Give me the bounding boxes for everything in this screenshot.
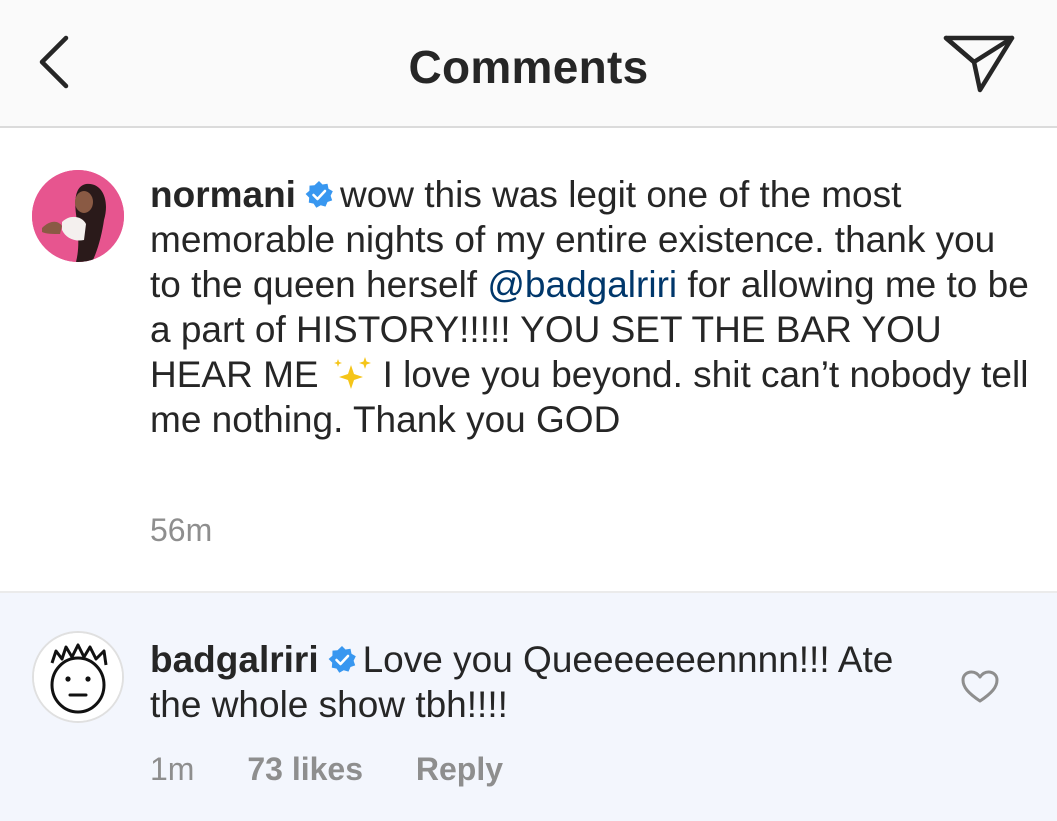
caption-comment: normani wow this was legit one of the mo… [0,128,1057,593]
avatar[interactable] [32,170,124,262]
avatar-drawing [34,633,122,721]
mention-link[interactable]: @badgalriri [487,264,677,305]
verified-badge-icon [328,646,356,673]
reply-text: badgalriri Love you Queeeeeeennnn!!! Ate… [150,637,930,727]
verified-badge-icon [305,181,333,208]
timestamp: 56m [150,512,213,548]
heart-outline-icon[interactable] [960,669,1000,705]
reply-meta: 1m 73 likes Reply [150,751,547,788]
likes-count[interactable]: 73 likes [247,751,363,787]
page-title: Comments [408,41,649,93]
username[interactable]: badgalriri [150,639,319,680]
reply-comment: badgalriri Love you Queeeeeeennnn!!! Ate… [0,593,1057,821]
caption-text: normani wow this was legit one of the mo… [150,172,1030,442]
sparkles-icon [333,357,371,389]
avatar-photo [32,170,124,262]
paper-plane-icon[interactable] [940,32,1016,96]
timestamp: 1m [150,751,195,787]
reply-button[interactable]: Reply [416,751,503,787]
username[interactable]: normani [150,174,296,215]
avatar[interactable] [32,631,124,723]
top-bar: Comments [0,0,1057,128]
